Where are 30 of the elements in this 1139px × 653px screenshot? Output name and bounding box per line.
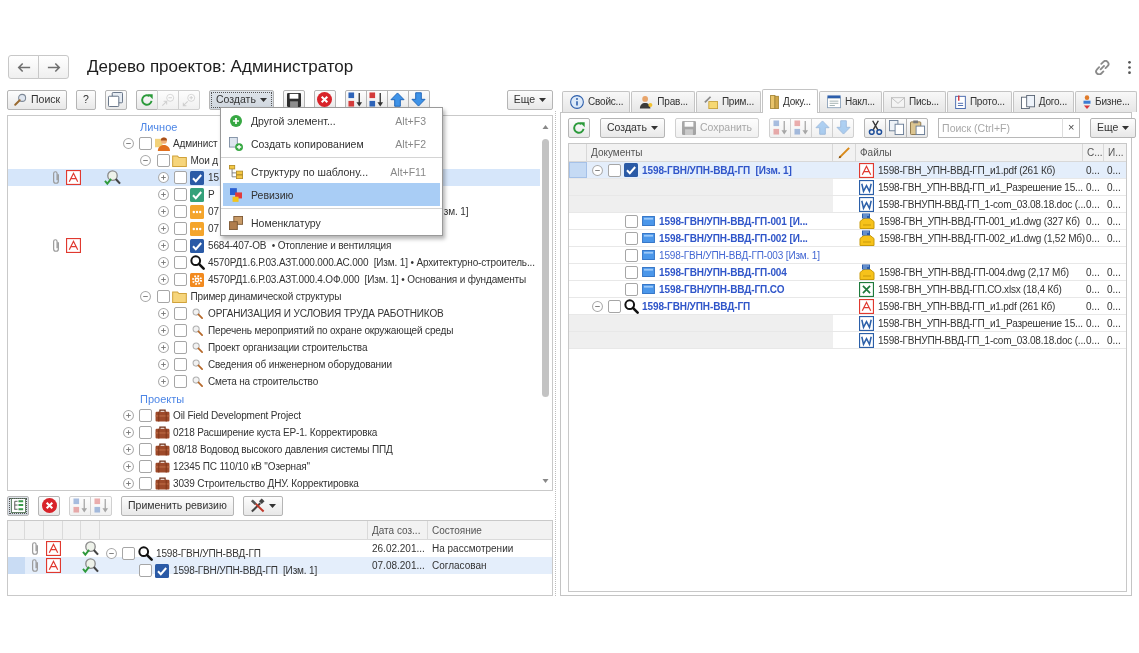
truncated-value: 0...: [1086, 300, 1100, 312]
truncated-value: 0...: [1086, 317, 1100, 329]
truncated-value: 0...: [1086, 232, 1100, 244]
date-text: 07.08.201...: [372, 560, 425, 571]
truncated-value: 0...: [1086, 334, 1100, 346]
truncated-value: 0...: [1107, 317, 1121, 329]
group-title: Личное: [140, 120, 178, 133]
shortcut-text: Alt+F3: [395, 114, 426, 127]
shortcut-text: Alt+F2: [395, 137, 426, 150]
truncated-value: 0...: [1107, 198, 1121, 210]
truncated-value: 0...: [1086, 181, 1100, 193]
truncated-value: 0...: [1107, 215, 1121, 227]
truncated-value: 0...: [1086, 283, 1100, 295]
truncated-value: 0...: [1107, 164, 1121, 176]
status-text: Согласован: [432, 560, 487, 571]
truncated-value: 0...: [1086, 215, 1100, 227]
truncated-value: 0...: [1107, 181, 1121, 193]
group-title: Проекты: [140, 392, 185, 405]
truncated-value: 0...: [1086, 266, 1100, 278]
page-title: Дерево проектов: Администратор: [87, 57, 354, 77]
truncated-value: 0...: [1086, 164, 1100, 176]
truncated-value: 0...: [1107, 300, 1121, 312]
truncated-value: 0...: [1086, 198, 1100, 210]
truncated-value: 0...: [1107, 334, 1121, 346]
truncated-value: 0...: [1107, 232, 1121, 244]
truncated-value: 0...: [1107, 283, 1121, 295]
date-text: 26.02.201...: [372, 543, 425, 554]
status-text: На рассмотрении: [432, 543, 514, 554]
shortcut-text: Alt+F11: [390, 165, 426, 178]
truncated-value: 0...: [1107, 266, 1121, 278]
